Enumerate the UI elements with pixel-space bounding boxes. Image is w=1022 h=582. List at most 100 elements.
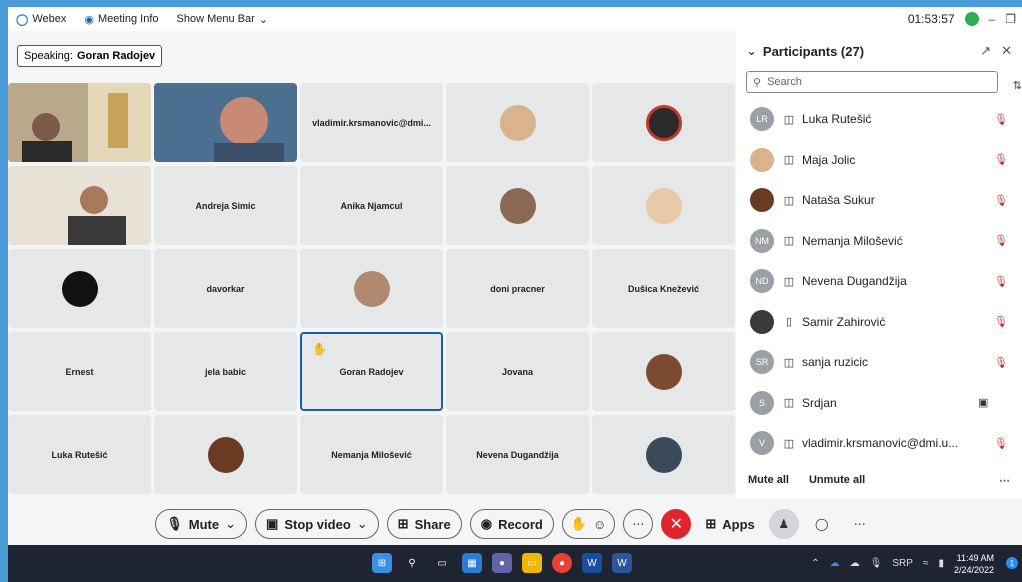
chrome-icon[interactable]: ●	[552, 553, 572, 573]
video-tile[interactable]: Anika Njamcul	[300, 166, 443, 245]
video-tile[interactable]	[592, 166, 735, 245]
more-options-icon[interactable]: ⋯	[999, 474, 1010, 487]
reactions-icon[interactable]: ☺	[593, 517, 606, 532]
video-tile[interactable]: Jovana	[446, 332, 589, 411]
video-tile[interactable]: Dušica Knežević	[592, 249, 735, 328]
video-tile[interactable]: Luka Rutešić	[8, 415, 151, 494]
pop-out-icon[interactable]: ↗	[980, 43, 991, 59]
mic-muted-icon[interactable]: 🎙	[978, 275, 1008, 288]
wifi-icon[interactable]: ≈	[923, 558, 929, 569]
sort-icon[interactable]: ⇅	[1013, 79, 1022, 92]
video-tile[interactable]: davorkar	[154, 249, 297, 328]
mic-muted-icon[interactable]: 🎙	[978, 153, 1008, 166]
video-tile[interactable]	[446, 166, 589, 245]
word-icon[interactable]: W	[612, 553, 632, 573]
show-menu-bar-button[interactable]: Show Menu Bar ⌄	[177, 13, 268, 26]
video-tile[interactable]: jela babic	[154, 332, 297, 411]
apps-button[interactable]: ⊞ Apps	[699, 516, 760, 532]
video-tile[interactable]: Andreja Simic	[154, 166, 297, 245]
participant-row[interactable]: S ◫ Srdjan ▣	[736, 383, 1022, 424]
participant-row[interactable]: V ◫ vladimir.krsmanovic@dmi.u... 🎙	[736, 423, 1022, 464]
meeting-info-button[interactable]: ◉ Meeting Info	[84, 13, 158, 26]
tile-name: jela babic	[204, 366, 247, 377]
participant-row[interactable]: ▯ Samir Zahirović 🎙	[736, 302, 1022, 343]
video-tile[interactable]	[446, 83, 589, 162]
camera-icon: ▣	[266, 516, 279, 531]
camera-icon[interactable]: ▣	[978, 396, 1008, 409]
mic-muted-icon[interactable]: 🎙	[978, 437, 1008, 450]
participants-panel: ⌄ Participants (27) ↗ ✕ ⚲ Search ⇅ LR ◫ …	[736, 31, 1022, 499]
end-call-button[interactable]: ✕	[661, 509, 692, 539]
participants-button[interactable]: ♟	[768, 509, 799, 539]
mic-muted-icon[interactable]: 🎙	[978, 356, 1008, 369]
mic-muted-icon[interactable]: 🎙	[978, 234, 1008, 247]
video-tile[interactable]	[8, 83, 151, 162]
mic-muted-icon[interactable]: 🎙	[978, 113, 1008, 126]
start-icon[interactable]: ⊞	[372, 553, 392, 573]
notification-badge[interactable]: 1	[1006, 557, 1018, 569]
video-tile[interactable]	[8, 249, 151, 328]
participant-row[interactable]: ◫ Nataša Sukur 🎙	[736, 180, 1022, 221]
participant-name: Nevena Dugandžija	[802, 274, 907, 289]
teams-chat-icon[interactable]: ●	[492, 553, 512, 573]
clock[interactable]: 11:49 AM 2/24/2022	[954, 552, 994, 576]
mute-button[interactable]: 🎙 Mute ⌄	[155, 509, 248, 539]
file-explorer-icon[interactable]: ▭	[522, 553, 542, 573]
speaking-indicator: Speaking: Goran Radojev	[17, 45, 163, 67]
network-status-icon[interactable]	[964, 12, 979, 26]
language-indicator[interactable]: SRP	[892, 558, 913, 569]
minimize-icon[interactable]: –	[989, 12, 996, 26]
video-tile[interactable]: Nevena Dugandžija	[446, 415, 589, 494]
video-tile[interactable]	[592, 83, 735, 162]
cloud-icon[interactable]: ☁	[850, 558, 860, 569]
clock-time: 11:49 AM	[956, 552, 994, 563]
raise-hand-icon[interactable]: ✋	[571, 516, 587, 532]
video-tile[interactable]	[592, 332, 735, 411]
widgets-icon[interactable]: ▦	[462, 553, 482, 573]
microphone-icon[interactable]: 🎙	[870, 558, 883, 569]
chevron-up-icon[interactable]: ⌃	[811, 558, 819, 569]
active-speaker-tile[interactable]: ✋ Goran Radojev	[300, 332, 443, 411]
participant-row[interactable]: ND ◫ Nevena Dugandžija 🎙	[736, 261, 1022, 302]
restore-icon[interactable]: ❐	[1005, 12, 1016, 26]
participant-name: Nemanja Milošević	[802, 233, 903, 248]
webex-icon[interactable]: W	[582, 553, 602, 573]
cloud-icon[interactable]: ☁	[830, 558, 840, 569]
video-tile[interactable]	[8, 166, 151, 245]
chevron-down-icon[interactable]: ⌄	[357, 516, 368, 532]
video-tile[interactable]: Nemanja Milošević	[300, 415, 443, 494]
share-button[interactable]: ⊞ Share	[386, 509, 462, 539]
task-view-icon[interactable]: ▭	[432, 553, 452, 573]
video-tile[interactable]	[154, 415, 297, 494]
chat-button[interactable]: ◯	[807, 509, 837, 539]
video-tile[interactable]: vladimir.krsmanovic@dmi...	[300, 83, 443, 162]
more-panels-button[interactable]: ⋯	[845, 509, 875, 539]
video-tile[interactable]	[300, 249, 443, 328]
mic-muted-icon[interactable]: 🎙	[978, 194, 1008, 207]
participant-row[interactable]: SR ◫ sanja ruzicic 🎙	[736, 342, 1022, 383]
participant-row[interactable]: ◫ Maja Jolic 🎙	[736, 140, 1022, 181]
close-icon[interactable]: ✕	[1001, 43, 1012, 59]
more-options-button[interactable]: ⋯	[623, 509, 654, 539]
avatar	[645, 104, 682, 141]
record-button[interactable]: ◉ Record	[469, 509, 554, 539]
participant-search[interactable]: ⚲ Search	[746, 71, 998, 93]
video-tile[interactable]	[592, 415, 735, 494]
participant-row[interactable]: LR ◫ Luka Rutešić 🎙	[736, 99, 1022, 140]
chevron-down-icon[interactable]: ⌄	[225, 516, 236, 532]
mic-muted-icon[interactable]: 🎙	[978, 315, 1008, 328]
unmute-all-button[interactable]: Unmute all	[809, 474, 865, 486]
video-tile[interactable]	[154, 83, 297, 162]
avatar	[499, 104, 536, 141]
search-icon[interactable]: ⚲	[402, 553, 422, 573]
participant-row[interactable]: NM ◫ Nemanja Milošević 🎙	[736, 221, 1022, 262]
battery-icon[interactable]: ▮	[938, 558, 944, 569]
record-icon: ◉	[480, 516, 493, 531]
chevron-down-icon[interactable]: ⌄	[746, 43, 757, 59]
video-tile[interactable]: Ernest	[8, 332, 151, 411]
mute-all-button[interactable]: Mute all	[748, 474, 789, 486]
video-tile[interactable]: doni pracner	[446, 249, 589, 328]
stop-video-button[interactable]: ▣ Stop video ⌄	[255, 509, 379, 539]
tile-name: vladimir.krsmanovic@dmi...	[312, 117, 431, 128]
record-label: Record	[498, 516, 543, 532]
